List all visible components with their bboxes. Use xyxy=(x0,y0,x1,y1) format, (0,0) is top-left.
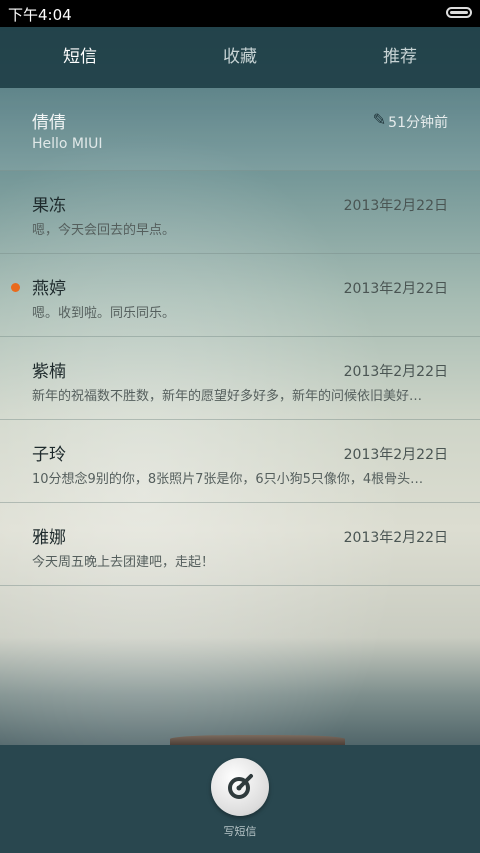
message-time: 2013年2月22日 xyxy=(343,447,448,463)
message-preview: 新年的祝福数不胜数，新年的愿望好多好多，新年的问候依旧美好… xyxy=(32,389,423,404)
contact-name: 雅娜 xyxy=(32,528,66,548)
compose-label: 写短信 xyxy=(223,825,257,838)
message-preview: 嗯，今天会回去的早点。 xyxy=(32,223,176,238)
status-time: 下午4:04 xyxy=(8,6,72,24)
contact-name: 紫楠 xyxy=(32,362,66,382)
conversation-item[interactable]: 雅娜 2013年2月22日 今天周五晚上去团建吧，走起！ xyxy=(0,503,480,586)
compose-button[interactable] xyxy=(211,758,269,816)
compose-icon xyxy=(228,774,253,799)
bottom-bar: 写短信 xyxy=(0,745,480,853)
message-time: 2013年2月22日 xyxy=(343,281,448,297)
status-bar: 下午4:04 xyxy=(0,0,480,27)
conversation-item[interactable]: 燕婷 2013年2月22日 嗯。收到啦。同乐同乐。 xyxy=(0,254,480,337)
conversation-item[interactable]: 果冻 2013年2月22日 嗯，今天会回去的早点。 xyxy=(0,171,480,254)
contact-name: 倩倩 xyxy=(32,113,66,133)
conversation-item[interactable]: 紫楠 2013年2月22日 新年的祝福数不胜数，新年的愿望好多好多，新年的问候依… xyxy=(0,337,480,420)
tab-bar: 短信 收藏 推荐 xyxy=(0,27,480,88)
message-preview: Hello MIUI xyxy=(32,136,103,152)
conversation-item[interactable]: 倩倩 ✎ 51分钟前 Hello MIUI xyxy=(0,88,480,171)
message-time: 2013年2月22日 xyxy=(343,198,448,214)
contact-name: 燕婷 xyxy=(32,279,66,299)
boat-image xyxy=(170,735,345,745)
message-time: 2013年2月22日 xyxy=(343,364,448,380)
unread-dot-icon xyxy=(11,283,20,292)
message-preview: 嗯。收到啦。同乐同乐。 xyxy=(32,306,176,321)
draft-pencil-icon: ✎ xyxy=(372,110,386,129)
battery-icon xyxy=(446,7,472,18)
tab-favorites[interactable]: 收藏 xyxy=(160,27,320,88)
conversation-item[interactable]: 子玲 2013年2月22日 10分想念9别的你，8张照片7张是你，6只小狗5只像… xyxy=(0,420,480,503)
message-time: 51分钟前 xyxy=(388,115,448,131)
contact-name: 子玲 xyxy=(32,445,66,465)
conversation-list: 倩倩 ✎ 51分钟前 Hello MIUI 果冻 2013年2月22日 嗯，今天… xyxy=(0,88,480,586)
message-preview: 10分想念9别的你，8张照片7张是你，6只小狗5只像你，4根骨头… xyxy=(32,472,424,487)
tab-recommended[interactable]: 推荐 xyxy=(320,27,480,88)
message-preview: 今天周五晚上去团建吧，走起！ xyxy=(32,555,215,570)
tab-sms[interactable]: 短信 xyxy=(0,27,160,88)
contact-name: 果冻 xyxy=(32,196,66,216)
message-time: 2013年2月22日 xyxy=(343,530,448,546)
